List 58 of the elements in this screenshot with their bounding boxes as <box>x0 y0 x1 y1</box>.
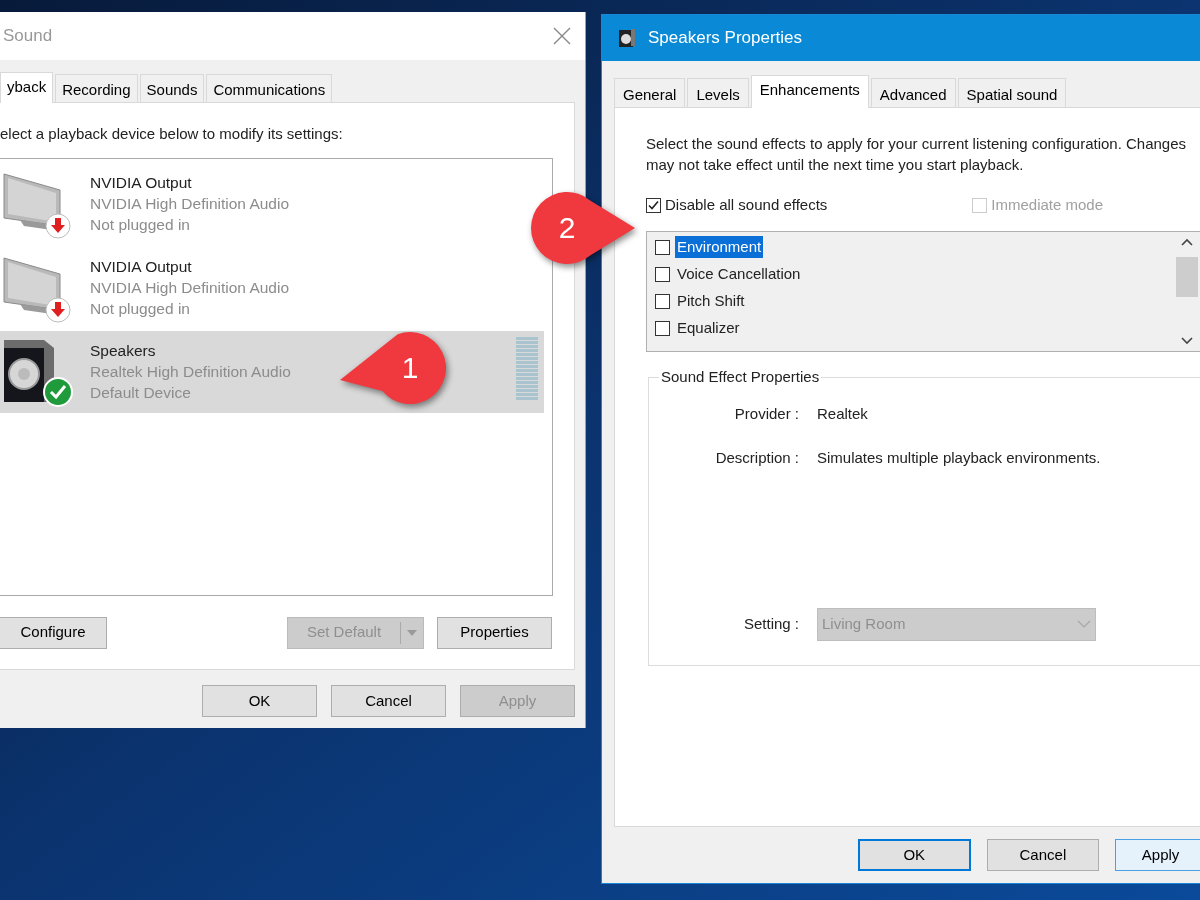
tab[interactable]: General <box>614 78 686 107</box>
tab[interactable]: Spatial sound <box>957 78 1067 107</box>
dialog-button[interactable]: Cancel <box>331 685 446 717</box>
device-name: Speakers <box>90 341 157 361</box>
scroll-down-icon[interactable] <box>1181 337 1193 345</box>
window-title: Speakers Properties <box>648 27 803 50</box>
dialog-button[interactable]: Cancel <box>986 839 1100 871</box>
effect-item[interactable]: Equalizer <box>675 316 742 340</box>
tab[interactable]: Enhancements <box>750 75 869 108</box>
chevron-down-icon <box>1077 620 1091 628</box>
properties-button[interactable]: Properties <box>437 616 552 649</box>
callout-number: 1 <box>400 350 420 386</box>
device-status: Not plugged in <box>90 299 191 319</box>
device-name: NVIDIA Output <box>90 257 193 277</box>
field-label: Setting : <box>742 613 799 634</box>
effect-item[interactable]: Pitch Shift <box>675 289 747 313</box>
device-status: Not plugged in <box>90 215 191 235</box>
device-driver: Realtek High Definition Audio <box>90 362 291 382</box>
scroll-thumb[interactable] <box>1176 256 1198 297</box>
field-label: Provider : <box>733 403 799 424</box>
device-item[interactable]: NVIDIA Output NVIDIA High Definition Audio Not plugged in <box>0 246 300 329</box>
check-icon <box>648 199 659 211</box>
field-value: Simulates multiple playback environments. <box>817 448 1102 468</box>
checkbox[interactable] <box>646 197 661 213</box>
device-driver: NVIDIA High Definition Audio <box>90 194 290 214</box>
callout-number: 2 <box>557 210 577 246</box>
group-title: Sound Effect Properties <box>660 367 821 387</box>
field-label: Description : <box>714 448 799 468</box>
tab[interactable]: yback <box>0 72 54 103</box>
effect-item[interactable]: Voice Cancellation <box>675 262 803 286</box>
tab[interactable]: Levels <box>687 78 749 107</box>
window-title: Sound <box>3 25 53 48</box>
effect-item[interactable]: Environment <box>675 235 764 259</box>
checkbox-label: Disable all sound effects <box>665 194 828 215</box>
checkbox[interactable] <box>655 266 670 282</box>
checkbox[interactable] <box>655 293 670 309</box>
tab[interactable]: Communications <box>206 74 333 102</box>
scroll-up-icon[interactable] <box>1181 238 1193 246</box>
device-item[interactable]: NVIDIA Output NVIDIA High Definition Audio Not plugged in <box>0 162 300 245</box>
tab[interactable]: Sounds <box>139 74 205 102</box>
configure-button[interactable]: Configure <box>0 616 107 649</box>
speaker-icon <box>618 28 636 48</box>
checkbox[interactable] <box>655 320 670 336</box>
device-status: Default Device <box>90 383 192 403</box>
field-value: Realtek <box>817 403 869 424</box>
dialog-button[interactable]: OK <box>858 839 971 871</box>
device-name: NVIDIA Output <box>90 173 193 193</box>
level-meter <box>516 336 538 401</box>
close-icon[interactable] <box>553 27 571 45</box>
instruction-text: elect a playback device below to modify its settings: <box>0 124 344 144</box>
intro-text: Select the sound effects to apply for your current listening configuration. Changes may not take effect until the next time you start playback. <box>646 134 1188 175</box>
device-driver: NVIDIA High Definition Audio <box>90 278 290 298</box>
checkbox[interactable] <box>655 239 670 255</box>
checkbox-label: Immediate mode <box>991 194 1104 215</box>
dialog-button[interactable]: OK <box>202 685 317 717</box>
tab[interactable]: Recording <box>55 74 138 102</box>
tab[interactable]: Advanced <box>870 78 956 107</box>
dialog-button[interactable]: Apply <box>1115 839 1200 871</box>
